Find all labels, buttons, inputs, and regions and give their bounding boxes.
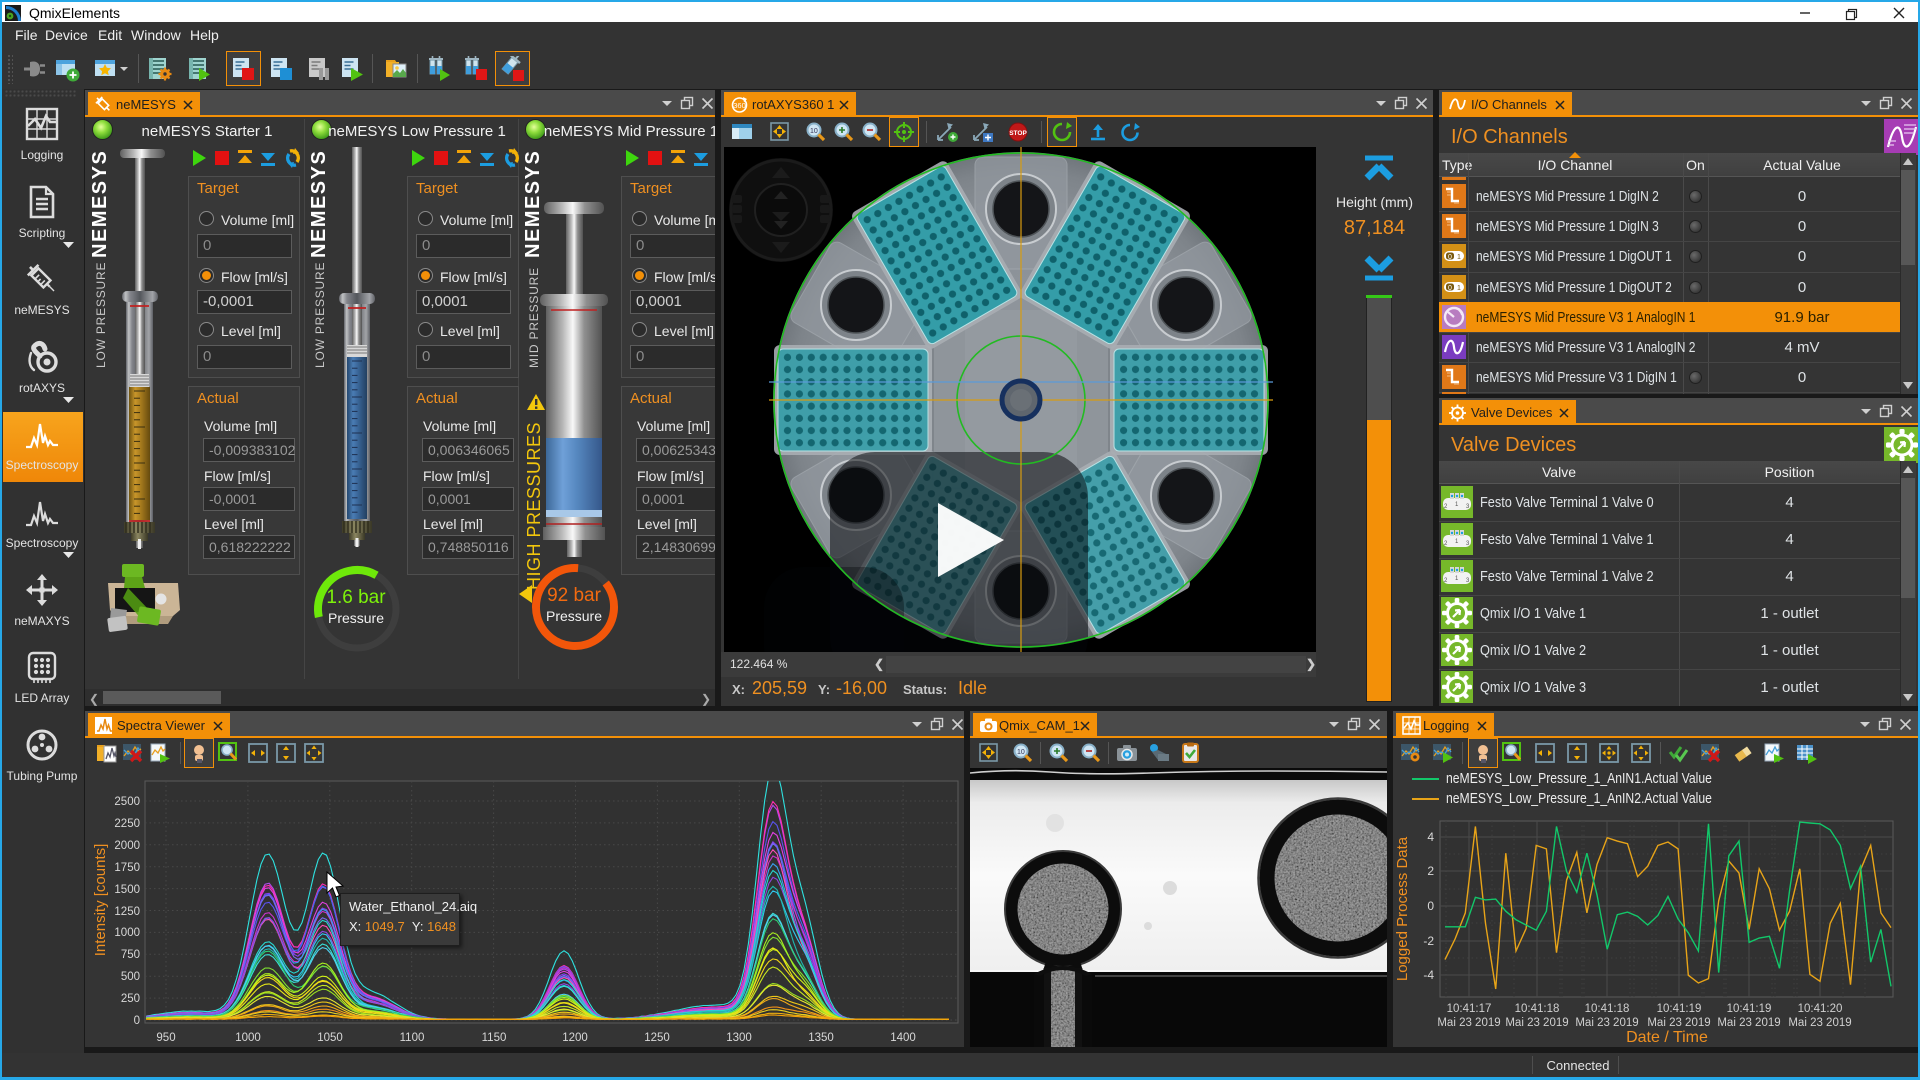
svg-text:500: 500	[121, 971, 140, 983]
svg-text:1300: 1300	[726, 1032, 752, 1044]
svg-text:1250: 1250	[644, 1032, 670, 1044]
svg-text:0: 0	[1448, 254, 1452, 261]
svg-text:10:41:19: 10:41:19	[1657, 1003, 1702, 1015]
svg-text:4: 4	[1427, 830, 1434, 844]
svg-text:1350: 1350	[808, 1032, 834, 1044]
svg-text:750: 750	[121, 949, 140, 961]
svg-text:0: 0	[1448, 285, 1452, 292]
svg-text:Date / Time: Date / Time	[1626, 1029, 1708, 1046]
svg-text:10:41:19: 10:41:19	[1727, 1003, 1772, 1015]
svg-text:Mai 23 2019: Mai 23 2019	[1505, 1017, 1568, 1029]
svg-text:1150: 1150	[482, 1032, 507, 1044]
svg-text:STOP: STOP	[1009, 130, 1027, 137]
svg-text:Intensity [counts]: Intensity [counts]	[92, 844, 109, 957]
svg-text:10:41:17: 10:41:17	[1447, 1003, 1492, 1015]
svg-text:250: 250	[121, 993, 140, 1005]
svg-text:1000: 1000	[235, 1032, 261, 1044]
svg-text:10: 10	[810, 128, 818, 135]
svg-text:1500: 1500	[114, 884, 140, 896]
svg-text:10:41:18: 10:41:18	[1515, 1003, 1560, 1015]
svg-text:10:41:18: 10:41:18	[1585, 1003, 1630, 1015]
svg-text:Mai 23 2019: Mai 23 2019	[1437, 1017, 1500, 1029]
svg-text:1750: 1750	[114, 862, 140, 874]
svg-text:2: 2	[1427, 864, 1434, 878]
svg-text:Mai 23 2019: Mai 23 2019	[1717, 1017, 1780, 1029]
svg-text:1400: 1400	[890, 1032, 916, 1044]
svg-text:1200: 1200	[562, 1032, 588, 1044]
svg-text:0: 0	[134, 1015, 140, 1027]
svg-text:Mai 23 2019: Mai 23 2019	[1575, 1017, 1638, 1029]
svg-text:0: 0	[1427, 899, 1434, 913]
svg-text:2000: 2000	[114, 840, 140, 852]
svg-text:-2: -2	[1423, 934, 1434, 948]
svg-text:Mai 23 2019: Mai 23 2019	[1647, 1017, 1710, 1029]
svg-text:10: 10	[1017, 749, 1025, 756]
svg-text:2500: 2500	[114, 796, 140, 808]
svg-text:950: 950	[156, 1032, 175, 1044]
svg-text:Mai 23 2019: Mai 23 2019	[1788, 1017, 1851, 1029]
svg-text:Logged Process Data: Logged Process Data	[1394, 836, 1411, 981]
svg-text:1100: 1100	[400, 1032, 425, 1044]
svg-text:1050: 1050	[317, 1032, 343, 1044]
svg-text:1250: 1250	[114, 906, 140, 918]
svg-text:2250: 2250	[114, 818, 140, 830]
svg-text:10:41:20: 10:41:20	[1798, 1003, 1843, 1015]
svg-text:-4: -4	[1423, 968, 1434, 982]
svg-text:1000: 1000	[114, 927, 140, 939]
svg-text:1: 1	[1457, 285, 1461, 292]
svg-text:1: 1	[1457, 254, 1461, 261]
svg-text:360: 360	[733, 101, 746, 110]
